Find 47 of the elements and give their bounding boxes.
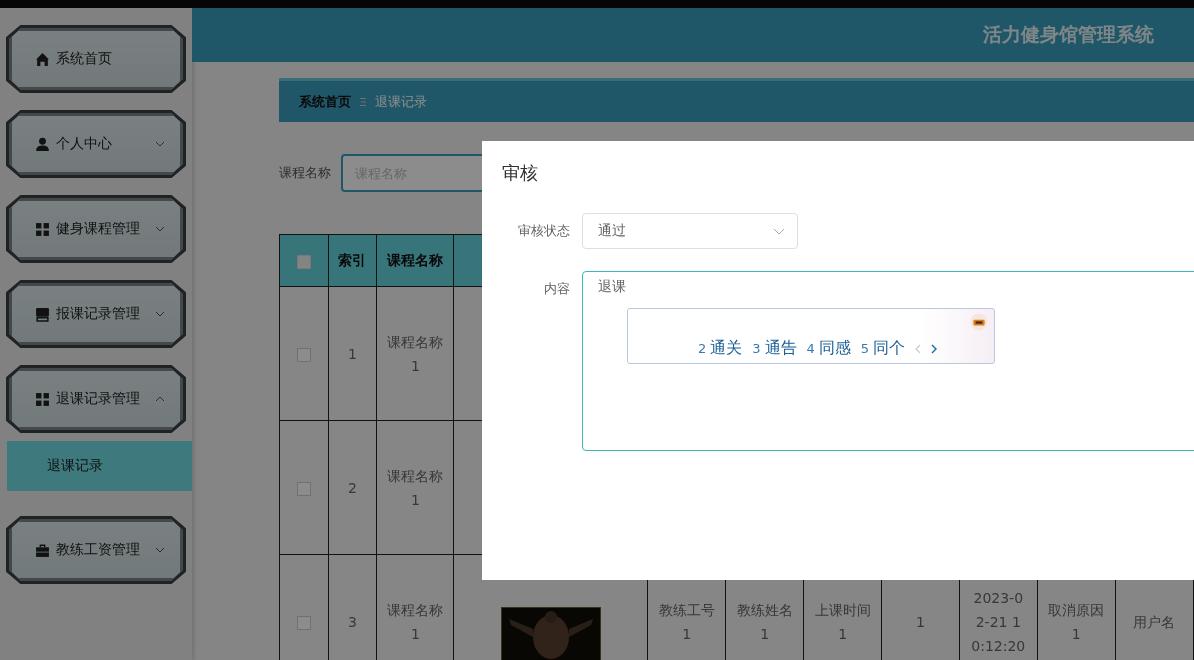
nav-menu-item[interactable]: 健身课程管理 — [6, 195, 186, 263]
field-label: 内容 — [543, 280, 571, 298]
column-header: 索引 — [328, 234, 377, 287]
ime-candidate[interactable]: 3 通告 — [752, 338, 797, 359]
previous-icon[interactable] — [915, 343, 922, 354]
checkbox[interactable] — [296, 481, 311, 496]
field-label: 审核状态 — [517, 222, 571, 240]
status-select[interactable]: 通过 — [582, 213, 798, 249]
ime-candidate[interactable]: 4 同感 — [806, 338, 851, 359]
ime-candidate[interactable]: 5 同个 — [860, 338, 906, 359]
chevron-down-icon — [155, 311, 165, 317]
nav-menu-item[interactable]: 个人中心 — [6, 110, 186, 178]
checkbox[interactable] — [296, 347, 311, 362]
column-header: 课程名称 — [376, 234, 454, 287]
nav-menu-item[interactable]: 教练工资管理 — [6, 516, 186, 584]
table-cell: 课程名称1 — [376, 286, 454, 421]
dialog-title: 审核 — [501, 161, 539, 185]
search-label: 课程名称 — [279, 164, 331, 182]
grid-icon — [35, 391, 50, 407]
table-cell: 3 — [328, 554, 377, 660]
person-icon — [35, 136, 50, 152]
checkbox[interactable] — [296, 254, 311, 269]
nav-menu-item[interactable]: 报课记录管理 — [6, 280, 186, 348]
app-title: 活力健身馆管理系统 — [983, 22, 1154, 47]
nav-menu-item[interactable]: 系统首页 — [6, 25, 186, 93]
briefcase-icon — [35, 542, 50, 558]
chevron-down-icon — [155, 226, 165, 232]
separator-icon — [359, 96, 367, 107]
tray-icon — [35, 306, 50, 322]
chevron-down-icon — [155, 547, 165, 553]
table-cell: 2 — [328, 420, 377, 555]
breadcrumb-link[interactable]: 系统首页 — [299, 92, 351, 111]
table-cell: 1 — [328, 286, 377, 421]
submenu-item[interactable]: 退课记录 — [7, 441, 192, 491]
chevron-up-icon — [155, 396, 165, 402]
ime-candidate[interactable]: 2 通关 — [698, 338, 743, 359]
table-cell: 课程名称1 — [376, 420, 454, 555]
chevron-down-icon — [155, 141, 165, 147]
chevron-down-icon — [773, 227, 785, 235]
checkbox[interactable] — [296, 615, 311, 630]
home-icon — [35, 51, 50, 67]
ime-logo-icon — [970, 313, 988, 331]
breadcrumb-link[interactable]: 退课记录 — [375, 92, 427, 111]
table-cell: 课程名称1 — [376, 554, 454, 660]
next-icon[interactable] — [931, 343, 938, 354]
grid-icon — [35, 221, 50, 237]
nav-menu-item[interactable]: 退课记录管理 — [6, 365, 186, 433]
